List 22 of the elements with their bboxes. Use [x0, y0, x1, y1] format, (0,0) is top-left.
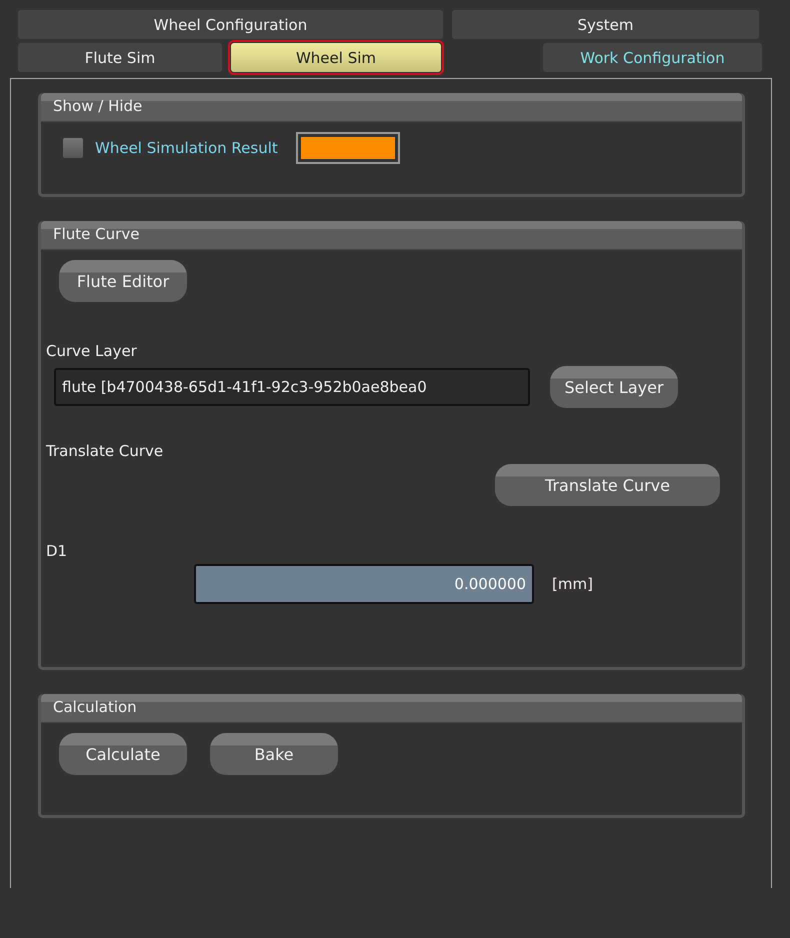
color-swatch[interactable] [296, 132, 400, 164]
section-label: Translate Curve [46, 442, 164, 460]
unit-label: [mm] [552, 575, 593, 593]
translate-curve-button[interactable]: Translate Curve [495, 464, 720, 506]
action-button[interactable]: Bake [210, 733, 338, 775]
tab[interactable]: Wheel Configuration [18, 10, 443, 39]
checkbox[interactable] [63, 138, 83, 158]
tab[interactable]: System [452, 10, 759, 39]
tab[interactable]: Work Configuration [543, 43, 762, 72]
checkbox-label: Wheel Simulation Result [95, 139, 278, 157]
group-title: Calculation [41, 694, 742, 722]
tab[interactable]: Wheel Sim [231, 43, 441, 72]
select-layer-button[interactable]: Select Layer [550, 366, 678, 408]
d1-field[interactable]: 0.000000 [194, 564, 534, 604]
flute-editor-button[interactable]: Flute Editor [59, 260, 187, 302]
field-label: D1 [46, 542, 68, 560]
tab[interactable]: Flute Sim [18, 43, 222, 72]
group-title: Show / Hide [41, 93, 742, 121]
field-label: Curve Layer [46, 342, 138, 360]
action-button[interactable]: Calculate [59, 733, 187, 775]
group-title: Flute Curve [41, 221, 742, 249]
layer-field[interactable]: flute [b4700438-65d1-41f1-92c3-952b0ae8bea0 [54, 368, 530, 406]
